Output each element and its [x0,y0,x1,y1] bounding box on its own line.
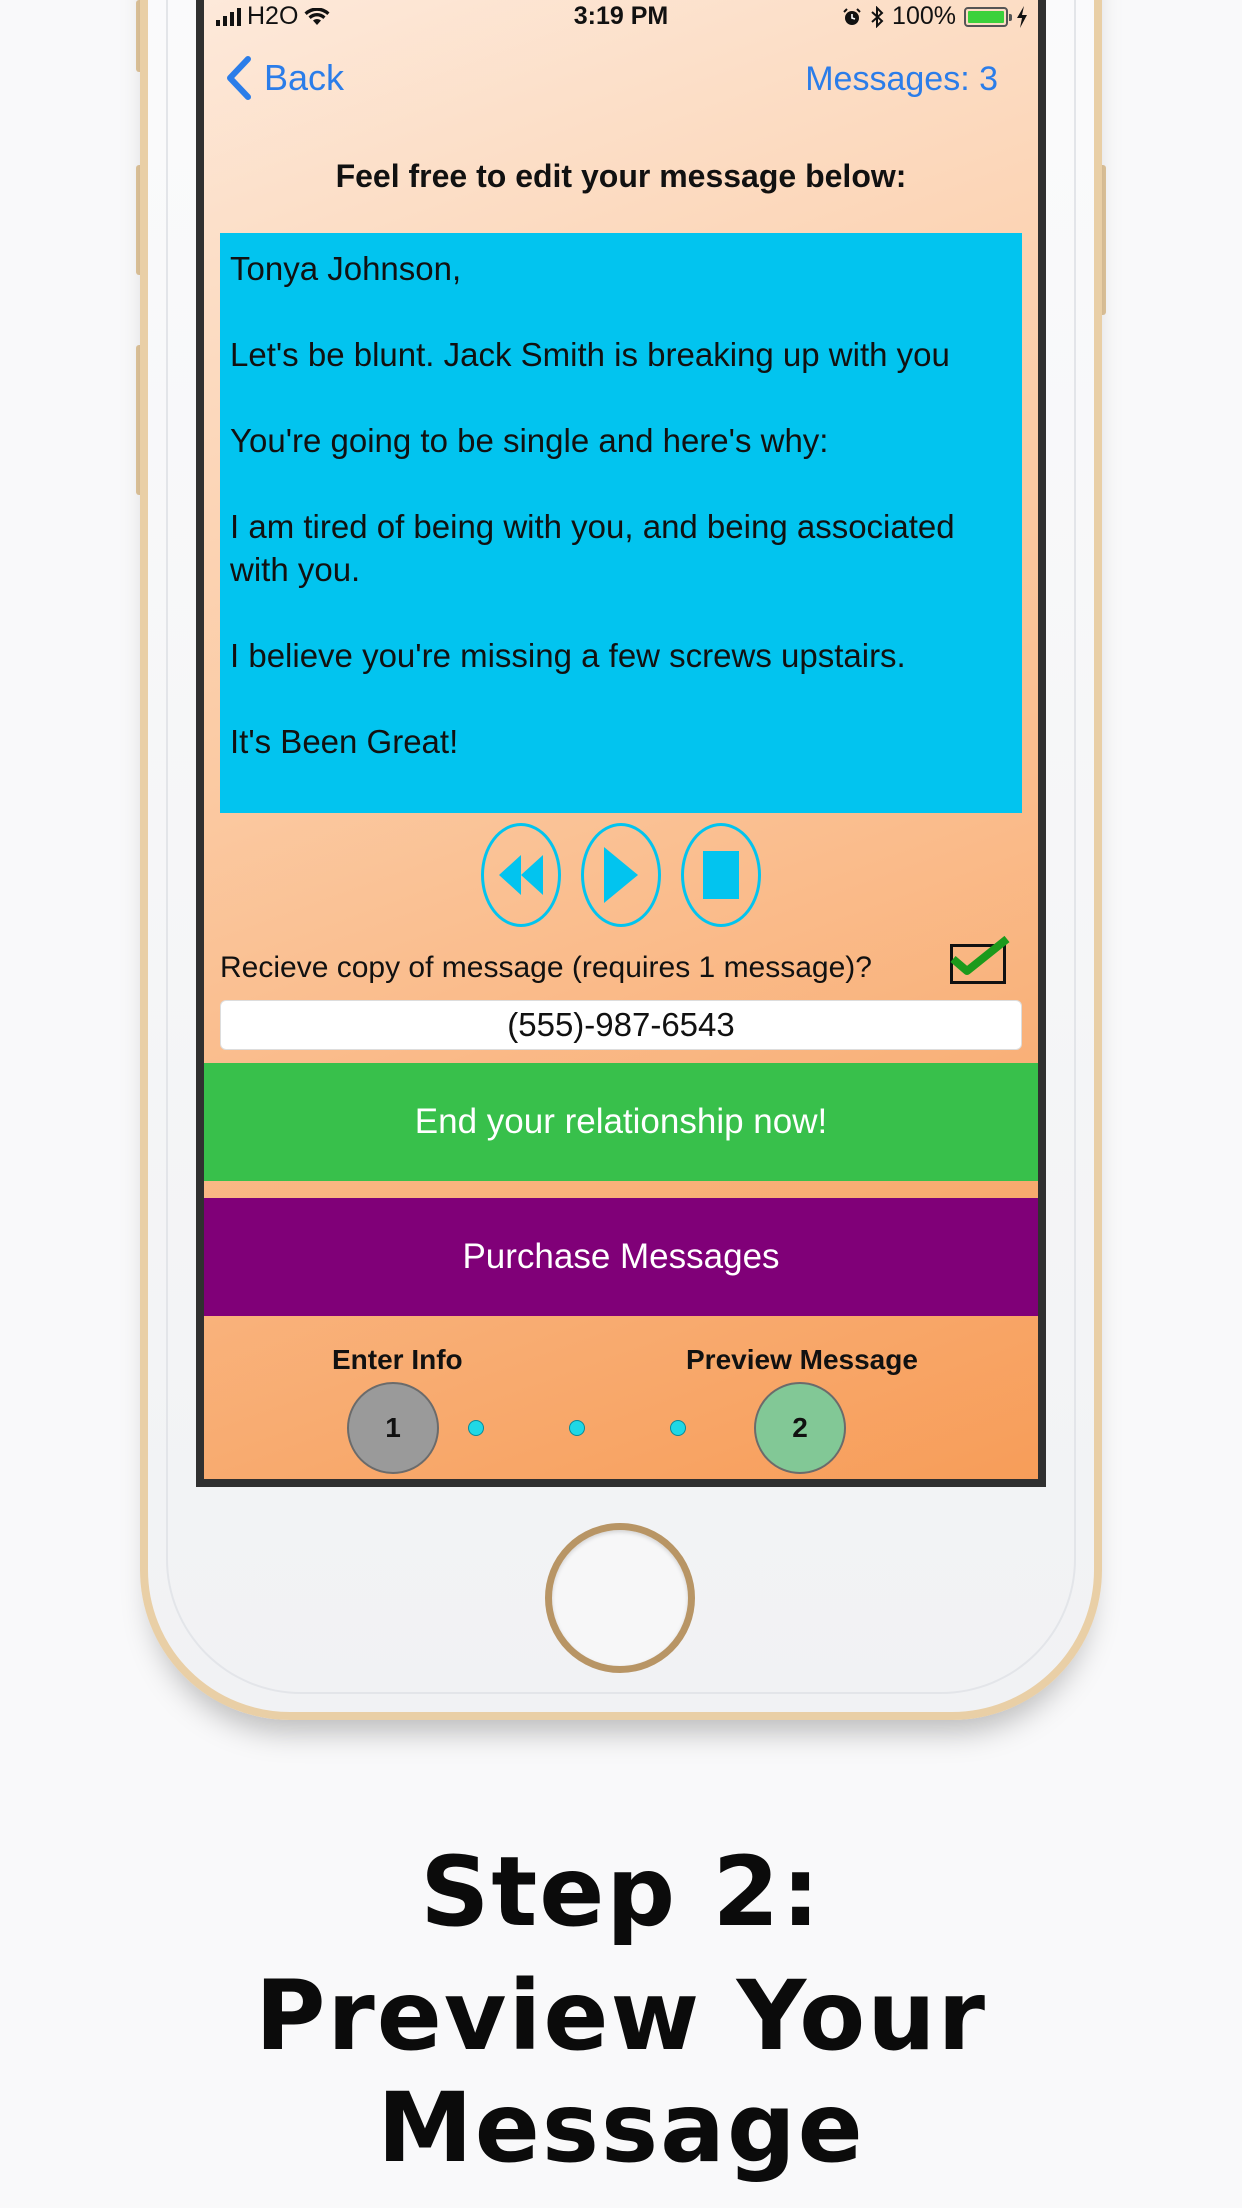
message-text-area[interactable]: Tonya Johnson, Let's be blunt. Jack Smit… [220,233,1022,813]
status-bar: H2O 3:19 PM 100% [204,0,1038,34]
end-relationship-button[interactable]: End your relationship now! [204,1063,1038,1181]
step-1-label: Enter Info [332,1344,463,1375]
receive-copy-label: Recieve copy of message (requires 1 mess… [220,951,872,984]
rewind-button[interactable] [481,823,561,927]
receive-copy-row: Recieve copy of message (requires 1 mess… [220,935,1022,988]
stop-icon [703,851,739,899]
charging-icon [1017,5,1027,28]
playback-controls [204,823,1038,927]
progress-dot [468,1420,484,1436]
phone-number-input[interactable]: (555)-987-6543 [220,1000,1022,1050]
step-1-indicator[interactable]: 1 [347,1382,439,1474]
bluetooth-icon [871,5,884,28]
back-chevron-icon [227,56,251,100]
back-label: Back [264,57,345,98]
alarm-icon [843,7,861,25]
back-button[interactable]: Back [226,56,344,100]
step-2-indicator[interactable]: 2 [754,1382,846,1474]
rewind-icon [499,855,543,895]
caption-step-subtitle: Preview Your Message [255,1960,987,2184]
app-screen: H2O 3:19 PM 100% Back Messages: 3 Feel f… [204,0,1038,1479]
message-line: I am tired of being with you, and being … [230,508,955,588]
phone-screen: H2O 3:19 PM 100% Back Messages: 3 Feel f… [196,0,1046,1487]
checkmark-icon [950,935,1010,975]
message-line: Let's be blunt. Jack Smith is breaking u… [230,336,950,373]
progress-dot [569,1420,585,1436]
progress-dot [670,1420,686,1436]
caption-step-title: Step 2: [420,1836,822,1948]
status-right: 100% [842,2,1028,31]
battery-icon [964,6,1012,27]
stop-button[interactable] [681,823,761,927]
battery-percent: 100% [892,2,956,30]
play-button[interactable] [581,823,661,927]
play-icon [604,847,638,903]
message-line: You're going to be single and here's why… [230,422,829,459]
message-line: Tonya Johnson, [230,250,462,287]
edit-instruction: Feel free to edit your message below: [335,158,907,194]
step-2-label: Preview Message [686,1344,918,1375]
receive-copy-checkbox[interactable] [950,935,1010,984]
purchase-messages-button[interactable]: Purchase Messages [204,1198,1038,1316]
messages-count[interactable]: Messages: 3 [805,60,998,99]
home-button[interactable] [545,1523,695,1673]
message-line: It's Been Great! [230,723,459,760]
message-line: I believe you're missing a few screws up… [230,637,906,674]
